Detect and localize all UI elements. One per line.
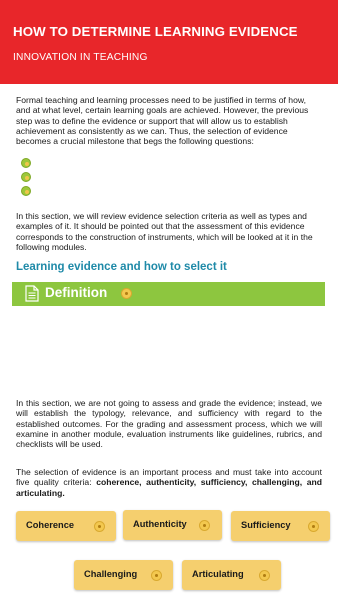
page-subtitle: INNOVATION IN TEACHING: [13, 52, 148, 63]
challenging-label: Challenging: [84, 569, 138, 579]
articulating-button[interactable]: Articulating: [182, 560, 281, 590]
challenging-button[interactable]: Challenging: [74, 560, 173, 590]
criteria-paragraph: The selection of evidence is an importan…: [16, 467, 322, 498]
intro-paragraph: Formal teaching and learning processes n…: [16, 95, 309, 147]
page-title: HOW TO DETERMINE LEARNING EVIDENCE: [13, 24, 298, 39]
page: HOW TO DETERMINE LEARNING EVIDENCE INNOV…: [0, 0, 338, 600]
coherence-button[interactable]: Coherence: [16, 511, 116, 541]
sufficiency-button[interactable]: Sufficiency: [231, 511, 330, 541]
explain-paragraph: In this section, we are not going to ass…: [16, 398, 322, 450]
green-dot-icon[interactable]: [21, 172, 31, 182]
green-dot-icon[interactable]: [21, 186, 31, 196]
yellow-dot-icon: [94, 521, 105, 532]
definition-accordion[interactable]: Definition: [12, 282, 325, 306]
definition-label: Definition: [45, 285, 108, 300]
authenticity-label: Authenticity: [133, 519, 187, 529]
header-banner: HOW TO DETERMINE LEARNING EVIDENCE INNOV…: [0, 0, 338, 84]
sufficiency-label: Sufficiency: [241, 520, 291, 530]
yellow-dot-icon: [151, 570, 162, 581]
articulating-label: Articulating: [192, 569, 244, 579]
yellow-dot-icon: [259, 570, 270, 581]
question-bullet-list: [21, 158, 33, 200]
coherence-label: Coherence: [26, 520, 75, 530]
green-dot-icon[interactable]: [21, 158, 31, 168]
document-icon: [25, 285, 39, 302]
review-paragraph: In this section, we will review evidence…: [16, 211, 313, 252]
section-heading: Learning evidence and how to select it: [16, 261, 227, 273]
yellow-dot-icon: [199, 520, 210, 531]
expand-dot-icon[interactable]: [121, 288, 132, 299]
authenticity-button[interactable]: Authenticity: [123, 510, 222, 540]
yellow-dot-icon: [308, 521, 319, 532]
